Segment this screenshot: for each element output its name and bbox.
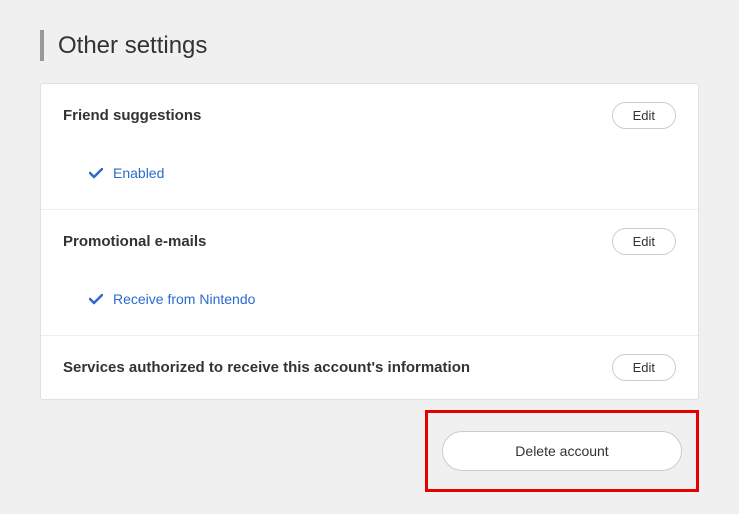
friend-suggestions-label: Friend suggestions: [63, 107, 201, 124]
authorized-services-label: Services authorized to receive this acco…: [63, 359, 470, 376]
promotional-emails-value-row: Receive from Nintendo: [41, 273, 698, 335]
friend-suggestions-value: Enabled: [113, 165, 164, 181]
promotional-emails-label: Promotional e-mails: [63, 233, 206, 250]
friend-suggestions-edit-button[interactable]: Edit: [612, 102, 676, 129]
friend-suggestions-header: Friend suggestions Edit: [41, 84, 698, 147]
checkmark-icon: [89, 294, 103, 305]
promotional-emails-edit-button[interactable]: Edit: [612, 228, 676, 255]
bottom-actions-area: Delete account: [40, 410, 699, 492]
friend-suggestions-section: Friend suggestions Edit Enabled: [41, 84, 698, 210]
promotional-emails-section: Promotional e-mails Edit Receive from Ni…: [41, 210, 698, 336]
authorized-services-section: Services authorized to receive this acco…: [41, 336, 698, 399]
promotional-emails-header: Promotional e-mails Edit: [41, 210, 698, 273]
checkmark-icon: [89, 168, 103, 179]
page-title: Other settings: [40, 30, 699, 61]
friend-suggestions-value-row: Enabled: [41, 147, 698, 209]
authorized-services-header: Services authorized to receive this acco…: [41, 336, 698, 399]
delete-account-highlight: Delete account: [425, 410, 699, 492]
promotional-emails-value: Receive from Nintendo: [113, 291, 255, 307]
settings-card: Friend suggestions Edit Enabled Promotio…: [40, 83, 699, 400]
authorized-services-edit-button[interactable]: Edit: [612, 354, 676, 381]
delete-account-button[interactable]: Delete account: [442, 431, 682, 471]
